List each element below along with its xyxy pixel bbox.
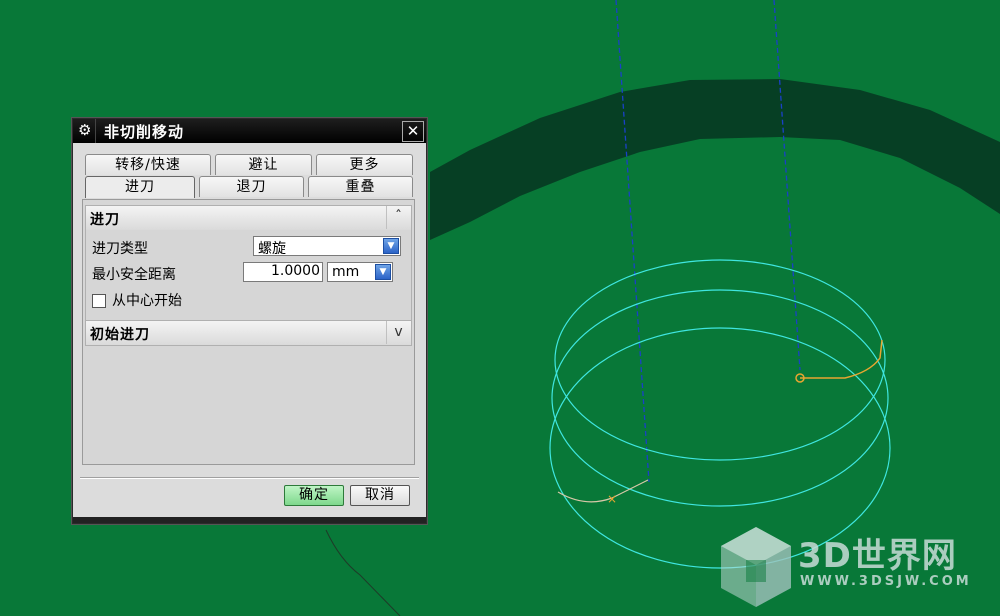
dialog-title: 非切削移动 [104,123,185,141]
engage-type-select[interactable]: 螺旋 ▼ [253,236,401,257]
engage-type-label: 进刀类型 [92,241,148,257]
non-cutting-moves-dialog: ⚙ 非切削移动 ✕ 转移/快速 避让 更多 进刀 退刀 重叠 进刀 ˆ 进刀类型… [72,118,427,524]
end-point-marker: × [607,492,617,506]
start-from-center-label: 从中心开始 [112,293,182,309]
engage-section: 进刀 ˆ 进刀类型 螺旋 ▼ 最小安全距离 1.0000 mm ▼ 从中心开始 [85,205,412,321]
tab-overlap[interactable]: 重叠 [308,176,413,197]
min-clearance-input[interactable]: 1.0000 [243,262,323,282]
engage-section-title: 进刀 [90,212,120,228]
cube-logo-icon [721,527,791,607]
cancel-button[interactable]: 取消 [350,485,410,506]
engage-type-value: 螺旋 [258,241,286,257]
tab-retract[interactable]: 退刀 [199,176,304,197]
chevron-down-icon[interactable]: ▼ [375,264,391,280]
watermark-title: 3D世界网 [798,536,957,576]
tab-panel: 进刀 ˆ 进刀类型 螺旋 ▼ 最小安全距离 1.0000 mm ▼ 从中心开始 … [82,199,415,465]
chevron-down-icon[interactable]: ▼ [383,238,399,254]
titlebar-separator [95,119,96,143]
unit-select[interactable]: mm ▼ [327,262,393,282]
tab-transfer-rapid[interactable]: 转移/快速 [85,154,211,175]
dialog-divider [80,478,419,479]
tab-more[interactable]: 更多 [316,154,413,175]
initial-engage-section: 初始进刀 v [85,320,412,346]
ok-button[interactable]: 确定 [284,485,344,506]
min-clearance-label: 最小安全距离 [92,267,176,283]
collapse-icon[interactable]: ˆ [386,206,411,229]
dialog-titlebar[interactable]: ⚙ 非切削移动 ✕ [73,119,426,143]
expand-icon[interactable]: v [386,321,411,344]
tab-avoidance[interactable]: 避让 [215,154,312,175]
initial-engage-title: 初始进刀 [90,327,150,343]
gear-icon[interactable]: ⚙ [78,121,91,139]
watermark: 3D世界网 WWW.3DSJW.COM [716,522,996,612]
tab-engage[interactable]: 进刀 [85,176,195,198]
dialog-bottom-bar [73,517,426,523]
close-icon[interactable]: ✕ [402,121,424,142]
watermark-url: WWW.3DSJW.COM [800,574,972,589]
initial-engage-header[interactable]: 初始进刀 v [86,321,411,345]
engage-section-header[interactable]: 进刀 ˆ [86,206,411,230]
start-from-center-checkbox[interactable] [92,294,106,308]
unit-value: mm [332,264,360,280]
